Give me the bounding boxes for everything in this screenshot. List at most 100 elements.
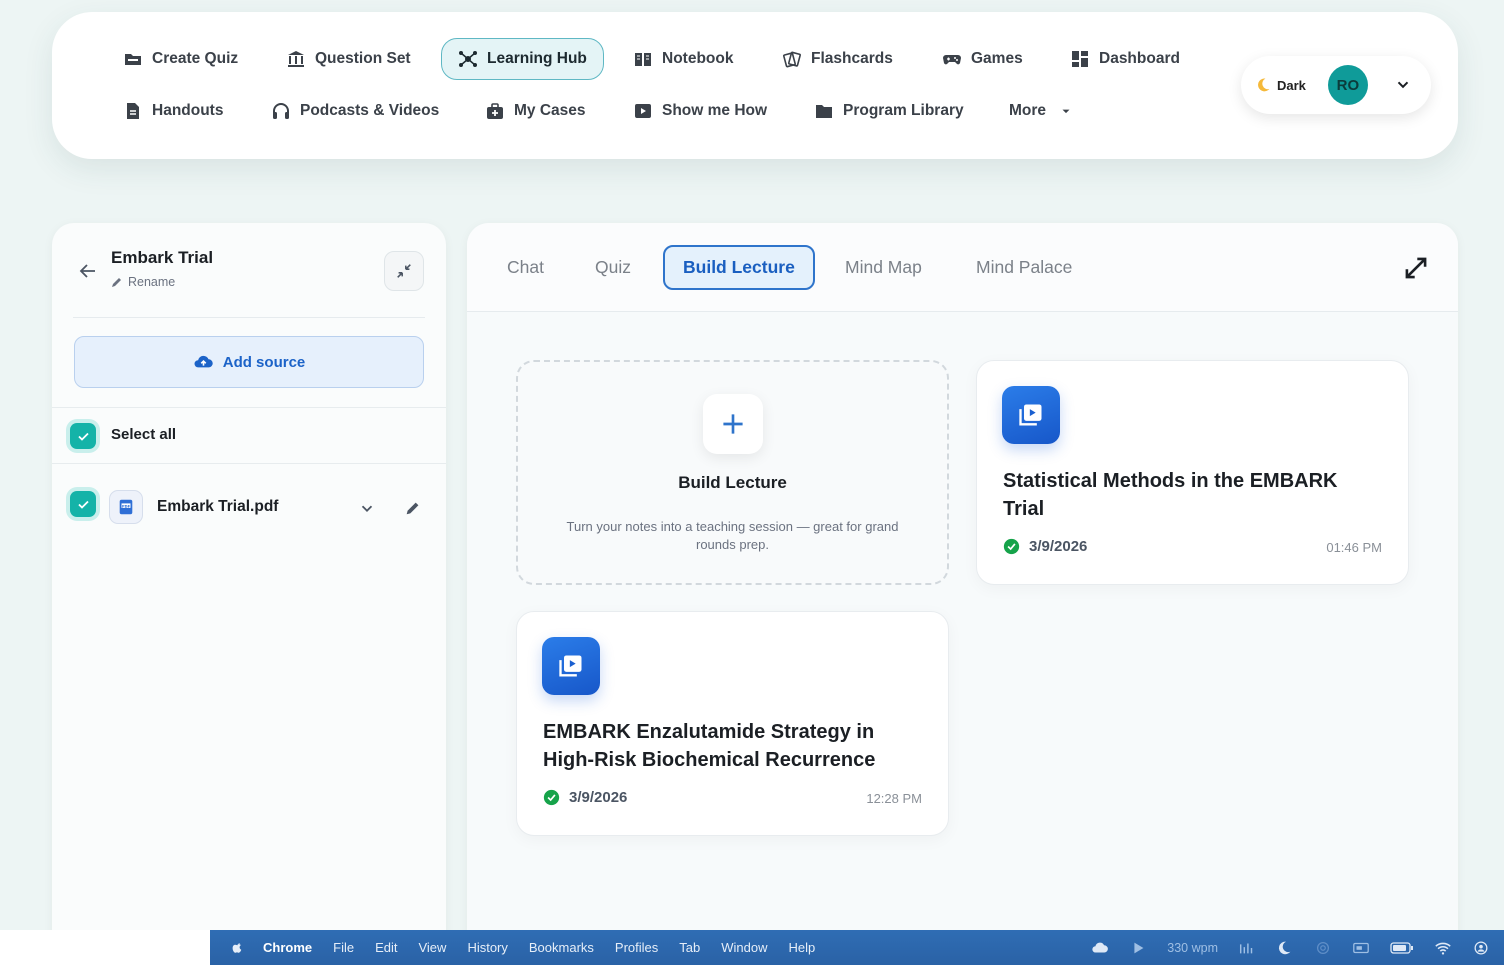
theme-toggle[interactable]: Dark: [1255, 77, 1306, 93]
collapse-panel-button[interactable]: [384, 251, 424, 291]
nav-program-library[interactable]: Program Library: [806, 91, 972, 131]
lecture-card[interactable]: Statistical Methods in the EMBARK Trial …: [976, 360, 1409, 585]
menu-file[interactable]: File: [333, 940, 354, 955]
menu-edit[interactable]: Edit: [375, 940, 397, 955]
menu-bookmarks[interactable]: Bookmarks: [529, 940, 594, 955]
cloud-icon[interactable]: [1091, 940, 1109, 956]
lecture-date: 3/9/2026: [543, 789, 627, 806]
lecture-title: Statistical Methods in the EMBARK Trial: [1003, 470, 1338, 520]
tab-quiz[interactable]: Quiz: [577, 245, 649, 290]
nav-learning-hub[interactable]: Learning Hub: [441, 38, 604, 80]
nav-more[interactable]: More: [1001, 91, 1081, 131]
nav-create-quiz[interactable]: Create Quiz: [115, 39, 246, 79]
chevron-down-icon[interactable]: [358, 499, 376, 517]
tab-build-lecture[interactable]: Build Lecture: [663, 245, 815, 290]
divider: [52, 463, 446, 464]
tab-bar: Chat Quiz Build Lecture Mind Map Mind Pa…: [467, 223, 1458, 312]
network-icon: [459, 51, 477, 67]
moon-icon[interactable]: [1276, 940, 1294, 956]
lecture-date-text: 3/9/2026: [1029, 538, 1088, 555]
menu-view[interactable]: View: [418, 940, 446, 955]
nav-label: Podcasts & Videos: [300, 102, 440, 119]
lecture-time: 01:46 PM: [1326, 540, 1382, 555]
build-lecture-description: Turn your notes into a teaching session …: [566, 519, 899, 552]
rename-label: Rename: [128, 275, 176, 289]
nav-my-cases[interactable]: My Cases: [477, 91, 594, 131]
menu-help[interactable]: Help: [789, 940, 816, 955]
wifi-icon[interactable]: [1434, 940, 1452, 956]
moon-icon: [1258, 78, 1270, 92]
rename-button[interactable]: Rename: [111, 275, 175, 289]
play-icon: [635, 104, 651, 118]
lecture-card[interactable]: EMBARK Enzalutamide Strategy in High-Ris…: [516, 611, 949, 836]
tab-mind-palace[interactable]: Mind Palace: [958, 245, 1090, 290]
nav-notebook[interactable]: Notebook: [625, 39, 741, 79]
nav-label: Notebook: [662, 50, 734, 67]
main-panel: Chat Quiz Build Lecture Mind Map Mind Pa…: [467, 223, 1458, 965]
cards-icon: [783, 51, 801, 68]
nav-label: Games: [971, 50, 1023, 67]
video-library-icon: [542, 637, 600, 695]
nav-label: My Cases: [514, 102, 586, 119]
nav-dashboard[interactable]: Dashboard: [1062, 39, 1188, 79]
caret-down-icon: [1062, 109, 1070, 114]
menu-profiles[interactable]: Profiles: [615, 940, 658, 955]
nav-flashcards[interactable]: Flashcards: [774, 39, 901, 79]
pencil-icon[interactable]: [404, 499, 422, 517]
nav-label: Show me How: [662, 102, 768, 119]
top-navigation: Create Quiz Question Set Learning Hub No…: [52, 12, 1458, 159]
user-account-icon[interactable]: [1472, 940, 1490, 956]
menu-window[interactable]: Window: [721, 940, 767, 955]
build-lecture-card[interactable]: Build Lecture Turn your notes into a tea…: [516, 360, 949, 585]
nav-label: Program Library: [843, 102, 964, 119]
menu-history[interactable]: History: [467, 940, 507, 955]
menu-app-name[interactable]: Chrome: [263, 940, 312, 955]
battery-icon[interactable]: [1390, 940, 1414, 956]
play-icon[interactable]: [1129, 940, 1147, 956]
sources-sidebar: Embark Trial Rename Add source Select al…: [52, 223, 446, 965]
nav-label: Flashcards: [811, 50, 893, 67]
macos-menubar: Chrome File Edit View History Bookmarks …: [210, 930, 1504, 965]
nav-show-me-how[interactable]: Show me How: [625, 91, 775, 131]
apple-icon[interactable]: [230, 940, 245, 955]
divider: [52, 407, 446, 408]
nav-question-set[interactable]: Question Set: [278, 39, 419, 79]
folder-icon: [125, 54, 141, 65]
lecture-date-text: 3/9/2026: [569, 789, 628, 806]
sidebar-header: Embark Trial Rename: [52, 223, 446, 318]
avatar[interactable]: RO: [1327, 65, 1368, 105]
account-menu: Dark RO: [1241, 56, 1431, 114]
file-checkbox[interactable]: [70, 491, 96, 517]
spiral-icon[interactable]: [1314, 940, 1332, 956]
nav-label: Learning Hub: [487, 50, 587, 67]
nav-label: More: [1009, 102, 1047, 119]
medical-case-icon: [487, 103, 503, 119]
video-library-icon: [1002, 386, 1060, 444]
pencil-icon: [112, 278, 121, 287]
nav-podcasts-videos[interactable]: Podcasts & Videos: [263, 91, 447, 131]
check-icon: [77, 432, 89, 441]
display-icon[interactable]: [1352, 940, 1370, 956]
words-per-minute: 330 wpm: [1167, 940, 1218, 955]
tab-mind-map[interactable]: Mind Map: [827, 245, 940, 290]
check-circle-icon: [1003, 538, 1020, 555]
back-arrow-icon[interactable]: [78, 261, 98, 281]
nav-games[interactable]: Games: [934, 39, 1031, 79]
nav-label: Create Quiz: [152, 50, 239, 67]
menu-tab[interactable]: Tab: [679, 940, 700, 955]
add-button[interactable]: [703, 394, 763, 454]
lecture-title: EMBARK Enzalutamide Strategy in High-Ris…: [543, 721, 876, 771]
nav-label: Dashboard: [1099, 50, 1180, 67]
chevron-down-icon[interactable]: [1394, 76, 1412, 94]
book-icon: [635, 53, 651, 66]
expand-icon[interactable]: [1403, 255, 1429, 281]
tab-chat[interactable]: Chat: [489, 245, 562, 290]
select-all-checkbox[interactable]: [70, 423, 96, 449]
theme-label: Dark: [1277, 77, 1306, 93]
nav-handouts[interactable]: Handouts: [115, 91, 231, 131]
add-source-button[interactable]: Add source: [74, 336, 424, 388]
divider: [73, 317, 425, 318]
pdf-icon: PDF: [109, 490, 143, 524]
select-all-label: Select all: [111, 426, 177, 443]
audio-levels-icon[interactable]: [1238, 940, 1256, 956]
